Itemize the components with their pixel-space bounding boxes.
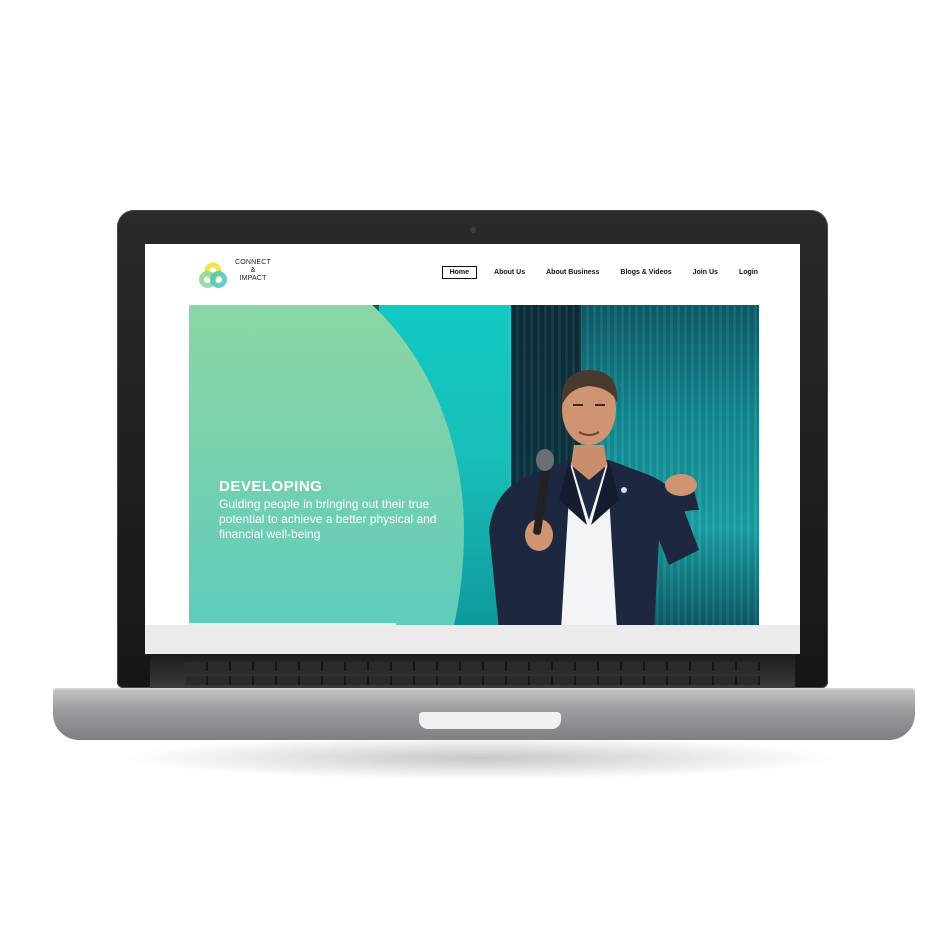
page-section-below-hero <box>145 625 800 654</box>
site-header: CONNECT & IMPACT Home About Us About Bus… <box>145 244 800 304</box>
nav-blogs-videos[interactable]: Blogs & Videos <box>616 266 675 279</box>
keyboard-keys <box>185 676 760 685</box>
logo-line-3: IMPACT <box>239 275 267 282</box>
laptop-screen: CONNECT & IMPACT Home About Us About Bus… <box>145 244 800 654</box>
laptop-mockup: CONNECT & IMPACT Home About Us About Bus… <box>0 0 952 952</box>
main-nav: Home About Us About Business Blogs & Vid… <box>441 266 762 279</box>
logo-icon <box>199 262 227 288</box>
nav-about-us[interactable]: About Us <box>490 266 529 279</box>
nav-about-business[interactable]: About Business <box>542 266 603 279</box>
hero-subtitle: Guiding people in bringing out their tru… <box>219 497 437 541</box>
logo-text: CONNECT & IMPACT <box>228 259 278 283</box>
webcam-icon <box>470 227 476 233</box>
keyboard-keys <box>185 662 760 671</box>
logo-line-2: & <box>250 267 256 274</box>
logo-line-1: CONNECT <box>234 259 271 266</box>
speaker-photo <box>489 370 699 625</box>
trackpad-notch <box>419 712 561 729</box>
site-logo[interactable]: CONNECT & IMPACT <box>199 259 279 289</box>
laptop-shadow <box>120 736 840 780</box>
nav-login[interactable]: Login <box>735 266 762 279</box>
hero-banner: DEVELOPING Guiding people in bringing ou… <box>189 305 759 625</box>
nav-home[interactable]: Home <box>441 266 478 279</box>
nav-join-us[interactable]: Join Us <box>689 266 722 279</box>
hero-title: DEVELOPING <box>219 478 323 495</box>
hero-text-block: DEVELOPING Guiding people in bringing ou… <box>219 478 449 542</box>
